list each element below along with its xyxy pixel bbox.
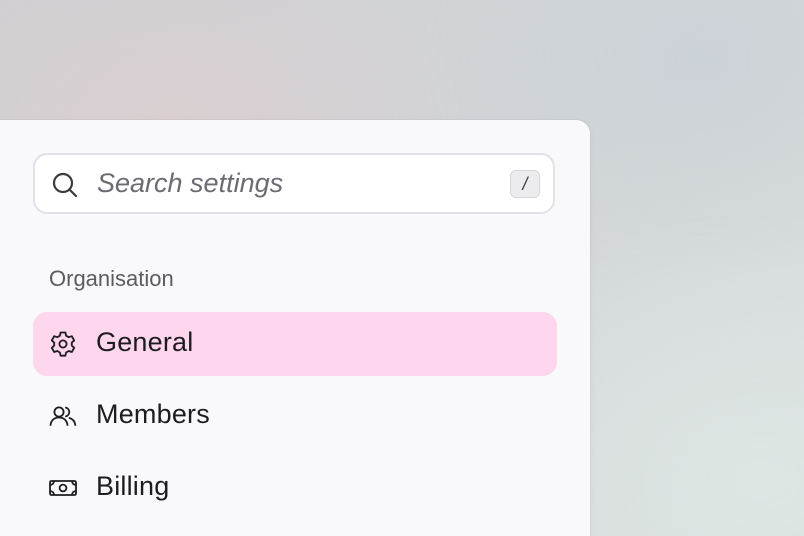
sidebar-item-members[interactable]: Members [33, 384, 557, 448]
users-icon [48, 402, 78, 430]
sidebar-item-billing[interactable]: Billing [33, 456, 557, 520]
sidebar-item-label: Members [96, 399, 210, 429]
search-icon [51, 171, 79, 199]
search-input[interactable] [97, 163, 497, 204]
banknote-icon [48, 474, 78, 502]
search-box[interactable]: / [33, 153, 555, 214]
shortcut-key-badge: / [510, 170, 540, 198]
section-label-organisation: Organisation [49, 266, 174, 291]
settings-sidebar-panel: / Organisation General Members [0, 120, 590, 536]
sidebar-item-label: Billing [96, 471, 170, 501]
sidebar-item-label: General [96, 327, 194, 357]
gear-icon [48, 330, 78, 358]
sidebar-item-general[interactable]: General [33, 312, 557, 376]
